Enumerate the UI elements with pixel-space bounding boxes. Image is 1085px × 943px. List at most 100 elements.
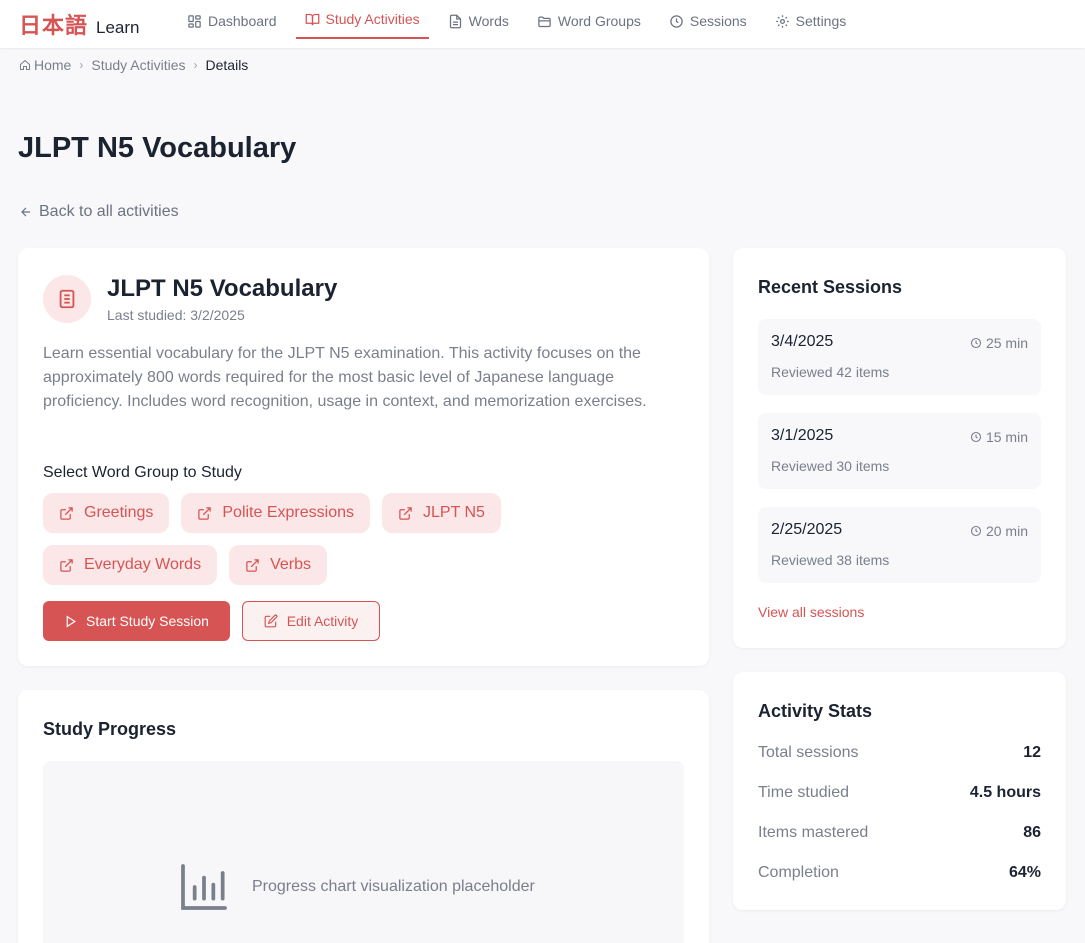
stat-label: Items mastered: [758, 824, 869, 841]
nav-item-label: Dashboard: [208, 13, 277, 29]
session-duration-text: 25 min: [985, 335, 1028, 351]
folder-icon: [538, 16, 551, 27]
session-duration: 25 min: [970, 335, 1028, 351]
word-group-chip-greetings[interactable]: Greetings: [43, 493, 170, 533]
nav-item-label: Words: [468, 13, 509, 29]
nav-item-sessions[interactable]: Sessions: [660, 1, 756, 41]
activity-avatar: [43, 275, 91, 323]
file-text-icon: [449, 14, 461, 28]
study-progress-title: Study Progress: [43, 719, 177, 739]
session-reviewed: Reviewed 38 items: [771, 552, 890, 568]
recent-sessions-card: Recent Sessions 3/4/2025 25 min Reviewed…: [733, 248, 1066, 648]
activity-description: Learn essential vocabulary for the JLPT …: [43, 345, 647, 410]
word-group-label: Select Word Group to Study: [43, 464, 242, 481]
stat-label: Total sessions: [758, 744, 859, 761]
session-date: 3/1/2025: [771, 427, 834, 444]
clock-icon: [970, 337, 982, 349]
session-duration: 20 min: [970, 523, 1028, 539]
external-link-icon: [399, 506, 412, 520]
word-group-list: Greetings Polite Expressions JLPT N5 Eve…: [43, 493, 693, 597]
home-icon: [20, 59, 30, 70]
bar-chart-icon: [181, 864, 227, 910]
app-logo[interactable]: 日本語 Learn: [19, 8, 140, 40]
progress-placeholder-text: Progress chart visualization placeholder: [252, 878, 535, 895]
word-group-chip-label: Greetings: [84, 504, 154, 521]
breadcrumb-current: Details: [205, 57, 249, 73]
word-group-chip-label: Everyday Words: [84, 556, 202, 573]
start-study-session-button[interactable]: Start Study Session: [43, 601, 230, 641]
session-item[interactable]: 3/4/2025 25 min Reviewed 42 items: [758, 319, 1041, 395]
stat-value: 64%: [1008, 864, 1041, 881]
progress-chart-area: Progress chart visualization placeholder: [43, 761, 684, 943]
stat-row-items-mastered: Items mastered 86: [758, 824, 1041, 842]
word-group-chip-verbs[interactable]: Verbs: [229, 545, 327, 585]
recent-sessions-title: Recent Sessions: [758, 277, 903, 297]
top-navigation-bar: 日本語 Learn Dashboard Study Activities Wor…: [0, 0, 1085, 48]
nav-item-word-groups[interactable]: Word Groups: [528, 1, 650, 41]
play-icon: [66, 615, 76, 627]
page-title: JLPT N5 Vocabulary: [18, 132, 297, 164]
activity-stats-title: Activity Stats: [758, 701, 873, 721]
word-group-chip-label: JLPT N5: [423, 504, 485, 521]
clock-icon: [670, 14, 683, 28]
session-date: 3/4/2025: [771, 333, 834, 350]
nav-item-words[interactable]: Words: [439, 1, 518, 41]
external-link-icon: [198, 506, 212, 520]
stat-value: 4.5 hours: [969, 784, 1041, 801]
session-duration-text: 20 min: [985, 523, 1028, 539]
nav-item-label: Study Activities: [325, 11, 420, 27]
edit-icon: [264, 614, 278, 628]
external-link-icon: [60, 506, 73, 520]
back-link-label: Back to all activities: [39, 203, 179, 220]
activity-details-card: JLPT N5 Vocabulary Last studied: 3/2/202…: [18, 248, 709, 666]
word-group-chip-polite-expressions[interactable]: Polite Expressions: [181, 493, 370, 533]
session-duration-text: 15 min: [985, 429, 1028, 445]
session-duration: 15 min: [970, 429, 1028, 445]
main-nav: Dashboard Study Activities Words Word Gr…: [178, 0, 865, 48]
word-group-chip-jlpt-n5[interactable]: JLPT N5: [382, 493, 501, 533]
stat-row-completion: Completion 64%: [758, 864, 1041, 882]
chevron-right-icon: ›: [79, 58, 84, 72]
session-reviewed: Reviewed 42 items: [771, 364, 890, 380]
session-item[interactable]: 2/25/2025 20 min Reviewed 38 items: [758, 507, 1041, 583]
logo-english: Learn: [96, 18, 140, 37]
stat-label: Completion: [758, 864, 839, 881]
dashboard-icon: [188, 14, 201, 28]
nav-item-label: Word Groups: [557, 13, 641, 29]
word-group-chip-label: Polite Expressions: [222, 504, 354, 521]
stat-row-total-sessions: Total sessions 12: [758, 744, 1041, 762]
nav-item-label: Settings: [795, 13, 847, 29]
nav-item-label: Sessions: [689, 13, 747, 29]
activity-stats-card: Activity Stats Total sessions 12 Time st…: [733, 672, 1066, 910]
edit-activity-button[interactable]: Edit Activity: [242, 601, 380, 641]
clock-icon: [970, 525, 982, 537]
book-open-icon: [305, 13, 319, 25]
breadcrumb-home[interactable]: Home: [34, 57, 71, 73]
word-group-chip-label: Verbs: [270, 556, 311, 573]
book-icon: [59, 289, 75, 309]
edit-activity-label: Edit Activity: [286, 613, 359, 629]
arrow-left-icon: [21, 207, 31, 217]
logo-japanese: 日本語: [19, 14, 89, 39]
back-to-activities-link[interactable]: Back to all activities: [19, 203, 179, 221]
session-reviewed: Reviewed 30 items: [771, 458, 890, 474]
nav-item-study-activities[interactable]: Study Activities: [295, 1, 429, 39]
word-group-chip-everyday-words[interactable]: Everyday Words: [43, 545, 218, 585]
gear-icon: [775, 14, 789, 28]
nav-item-settings[interactable]: Settings: [766, 1, 856, 41]
clock-icon: [970, 431, 982, 443]
session-item[interactable]: 3/1/2025 15 min Reviewed 30 items: [758, 413, 1041, 489]
last-studied: Last studied: 3/2/2025: [107, 307, 245, 323]
stat-value: 86: [1023, 824, 1041, 841]
progress-chart-placeholder: Progress chart visualization placeholder: [176, 859, 535, 915]
stat-label: Time studied: [758, 784, 849, 801]
external-link-icon: [246, 558, 259, 572]
breadcrumb-study-activities[interactable]: Study Activities: [91, 57, 185, 73]
nav-item-dashboard[interactable]: Dashboard: [178, 1, 286, 41]
view-all-sessions-link[interactable]: View all sessions: [758, 604, 864, 620]
stat-row-time-studied: Time studied 4.5 hours: [758, 784, 1041, 802]
start-study-session-label: Start Study Session: [86, 613, 209, 629]
external-link-icon: [60, 558, 73, 572]
stat-value: 12: [1023, 744, 1041, 761]
chevron-right-icon: ›: [193, 58, 198, 72]
